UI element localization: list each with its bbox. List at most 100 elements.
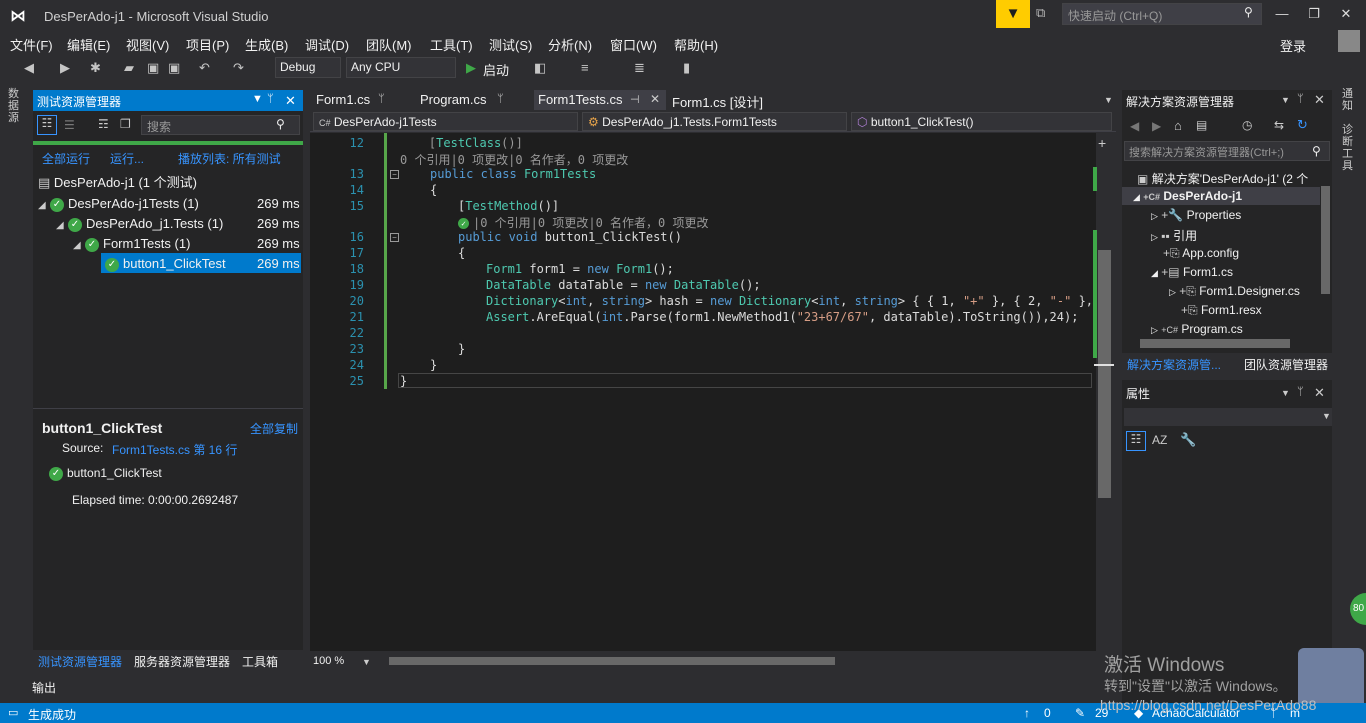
collapsed-icon[interactable]: ▷ (1169, 287, 1176, 297)
split-icon[interactable]: + (1098, 135, 1106, 151)
pin-icon[interactable]: ᛘ (378, 93, 385, 105)
chevron-down-icon[interactable]: ▼ (362, 657, 371, 667)
tree-row-test[interactable]: ✓ button1_ClickTest (105, 256, 226, 276)
scrollbar-thumb[interactable] (389, 657, 835, 665)
scrollbar-thumb[interactable] (1098, 250, 1111, 498)
menu-project[interactable]: 项目(P) (186, 35, 229, 54)
refresh-icon[interactable]: ↻ (1297, 117, 1308, 133)
tab-form1-cs[interactable]: Form1.cs (310, 90, 376, 110)
undo-icon[interactable]: ↶ (199, 60, 210, 76)
push-icon[interactable]: ↑ (1024, 706, 1030, 720)
scrollbar-thumb[interactable] (1140, 339, 1290, 348)
menu-edit[interactable]: 编辑(E) (67, 35, 110, 54)
tree-row-root[interactable]: ▤ DesPerAdo-j1 (1 个测试) (38, 172, 197, 192)
back-icon[interactable]: ◀ (24, 60, 34, 76)
switch-view-icon[interactable]: ▤ (1196, 118, 1207, 132)
resx-node[interactable]: +⎘ Form1.resx (1181, 303, 1262, 318)
tree-row-project[interactable]: ◢ ✓ DesPerAdo-j1Tests (1) (38, 196, 199, 216)
minimize-button[interactable]: — (1268, 6, 1296, 21)
diagnostic-tools-tab[interactable]: 诊断工具 (1342, 124, 1356, 172)
collapsed-icon[interactable]: ▷ (1151, 211, 1158, 221)
bookmark-icon[interactable]: ▮ (683, 60, 690, 76)
save-all-icon[interactable]: ▣ (168, 60, 180, 76)
expand-icon[interactable]: ◢ (1133, 192, 1140, 202)
property-pages-icon[interactable]: 🔧 (1180, 432, 1196, 448)
playlist-link[interactable]: 播放列表: 所有测试 (178, 150, 281, 167)
account-icon[interactable] (1338, 30, 1360, 52)
expand-icon[interactable]: ◢ (73, 240, 85, 251)
search-icon[interactable]: ⚲ (1244, 5, 1253, 19)
comment-icon[interactable]: ≣ (634, 60, 645, 76)
search-icon[interactable]: ⚲ (1312, 144, 1321, 158)
member-select[interactable]: ⬡ button1_ClickTest() (851, 112, 1112, 131)
tab-form1-designer[interactable]: Form1.cs [设计] (666, 90, 769, 110)
collapsed-icon[interactable]: ▷ (1151, 232, 1158, 242)
menu-build[interactable]: 生成(B) (245, 35, 288, 54)
references-node[interactable]: ▷ ▪▪ 引用 (1151, 227, 1197, 244)
project-node[interactable]: ◢ +C# DesPerAdo-j1 (1133, 189, 1242, 203)
chevron-down-icon[interactable]: ▼ (1322, 411, 1331, 421)
pin-icon[interactable]: ᛘ (1297, 93, 1304, 105)
data-sources-tab[interactable]: 数据源 (8, 88, 24, 124)
unpushed-count[interactable]: 0 (1044, 706, 1051, 720)
output-tab[interactable]: 输出 (32, 679, 56, 696)
home-icon[interactable]: ⌂ (1174, 118, 1182, 133)
close-icon[interactable]: ✕ (1314, 92, 1325, 108)
run-link[interactable]: 运行... (110, 150, 144, 167)
tab-program-cs[interactable]: Program.cs (414, 90, 492, 110)
dropdown-icon[interactable]: ▼ (252, 93, 263, 105)
collapsed-icon[interactable]: ▷ (1151, 325, 1158, 335)
group-by-icon[interactable]: ☷ (37, 115, 57, 135)
solution-node[interactable]: ▣ 解决方案'DesPerAdo-j1' (2 个 (1137, 170, 1308, 187)
tab-team-explorer[interactable]: 团队资源管理器 (1244, 356, 1328, 373)
copy-icon[interactable]: ❐ (120, 117, 131, 131)
pin-icon[interactable]: ᛘ (267, 93, 274, 105)
menu-test[interactable]: 测试(S) (489, 35, 532, 54)
start-button[interactable]: 启动 (483, 60, 509, 79)
source-link[interactable]: Form1Tests.cs 第 16 行 (112, 441, 237, 458)
menu-team[interactable]: 团队(M) (366, 35, 412, 54)
form1-node[interactable]: ◢ +▤ Form1.cs (1151, 265, 1233, 279)
start-icon[interactable]: ▶ (466, 60, 476, 76)
new-project-icon[interactable]: ✱ (90, 60, 101, 76)
code-editor[interactable] (310, 133, 1096, 651)
feedback-icon[interactable]: ⧉ (1036, 5, 1045, 21)
tab-toolbox[interactable]: 工具箱 (242, 653, 278, 670)
notifications-tab[interactable]: 通知 (1342, 88, 1356, 112)
maximize-button[interactable]: ❐ (1300, 6, 1328, 22)
app-config-node[interactable]: +⎘ App.config (1163, 246, 1239, 261)
menu-window[interactable]: 窗口(W) (610, 35, 657, 54)
class-select[interactable]: ⚙ DesPerAdo_j1.Tests.Form1Tests (582, 112, 847, 131)
project-select[interactable]: C# DesPerAdo-j1Tests (313, 112, 578, 131)
copy-all-link[interactable]: 全部复制 (250, 420, 298, 437)
tab-test-explorer[interactable]: 测试资源管理器 (38, 653, 122, 670)
solution-config-select[interactable]: Debug (275, 57, 341, 78)
back-icon[interactable]: ◀ (1130, 119, 1139, 133)
dropdown-icon[interactable]: ▼ (1281, 95, 1290, 105)
sync-icon[interactable]: ⇆ (1274, 118, 1284, 132)
collapse-icon[interactable]: − (390, 170, 399, 179)
designer-node[interactable]: ▷ +⎘ Form1.Designer.cs (1169, 284, 1300, 299)
close-icon[interactable]: ✕ (1314, 385, 1325, 401)
pin-icon[interactable]: ᛘ (1297, 386, 1304, 398)
scrollbar-thumb[interactable] (1321, 186, 1330, 294)
tab-server-explorer[interactable]: 服务器资源管理器 (134, 653, 230, 670)
pin-icon[interactable]: ᛘ (497, 93, 504, 105)
columns-icon[interactable]: ☶ (98, 117, 109, 131)
run-all-link[interactable]: 全部运行 (42, 150, 90, 167)
codelens[interactable]: 0 个引用|0 项更改|0 名作者，0 项更改 (400, 151, 628, 168)
notification-filter-icon[interactable]: ▼ (996, 0, 1030, 28)
expand-icon[interactable]: ◢ (56, 220, 68, 231)
close-button[interactable]: ✕ (1332, 6, 1360, 22)
menu-analyze[interactable]: 分析(N) (548, 35, 592, 54)
menu-view[interactable]: 视图(V) (126, 35, 169, 54)
panel-divider[interactable] (33, 408, 303, 409)
categorized-icon[interactable]: ☷ (1126, 431, 1146, 451)
solution-platform-select[interactable]: Any CPU (346, 57, 456, 78)
open-folder-icon[interactable]: ▰ (124, 60, 134, 76)
object-select[interactable] (1124, 408, 1332, 426)
program-node[interactable]: ▷ +C# Program.cs (1151, 322, 1243, 336)
pin-icon[interactable]: ⊣ (630, 93, 640, 106)
menu-file[interactable]: 文件(F) (10, 35, 53, 54)
close-tab-icon[interactable]: ✕ (650, 92, 660, 106)
